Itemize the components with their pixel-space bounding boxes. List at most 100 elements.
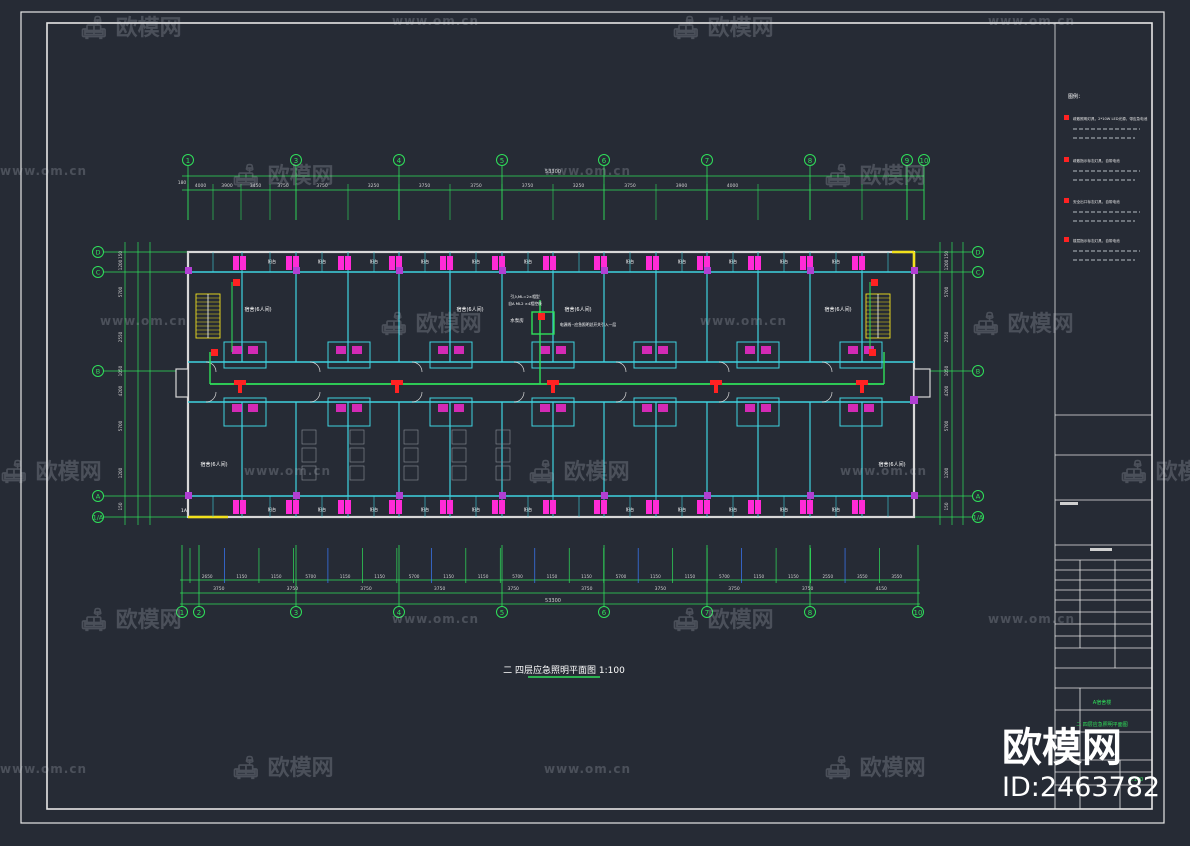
exit-sign [869,349,876,356]
fixture [352,346,362,354]
brand-watermark: 欧模网 ID:2463782 [1002,728,1160,801]
fixture [556,346,566,354]
dim-text: 1150 [478,574,489,579]
axis-label: B [976,368,980,376]
dim-text: 5700 [305,574,316,579]
dim-text: 3550 [891,574,902,579]
watermark-logo: 🛋 欧模网 [824,164,926,189]
balcony-label: 阳台 [729,506,737,513]
junction-box [807,492,814,499]
background [0,0,1190,846]
balcony-fixture [646,256,652,270]
dim-text: 180 [178,180,187,186]
balcony-label: 阳台 [268,258,276,265]
brand-id-text: ID:2463782 [1002,772,1161,803]
dim-text: 150 [944,251,949,259]
fixture [761,404,771,412]
axis-label: 4 [397,157,402,165]
plan-mark: 1A [181,508,188,514]
fixture [454,404,464,412]
fixture [761,346,771,354]
watermark-logo: 🛋 欧模网 [380,312,482,337]
dim-text: 4000 [727,183,739,189]
legend-symbol [1064,198,1069,203]
dim-text: 1150 [340,574,351,579]
junction-box [185,267,192,274]
watermark-url: www.om.cn [0,164,88,178]
room-label: 宿舍(6人间) [824,306,851,313]
balcony-fixture [440,500,446,514]
fixture [658,404,668,412]
balcony-fixture [345,256,351,270]
axis-label: A [96,493,101,501]
room-label: 宿舍(6人间) [244,306,271,313]
axis-label: 6 [602,609,607,617]
dim-text: 5700 [512,574,523,579]
emergency-light [710,380,722,385]
dim-text: 1050 [944,365,949,376]
watermark-logo: 🛋 欧模网 [824,756,926,781]
watermark-url: www.om.cn [100,314,188,328]
fixture [848,404,858,412]
fixture [438,404,448,412]
fixture [232,404,242,412]
dim-text: 150 [118,502,123,510]
watermark-url: www.om.cn [544,164,632,178]
balcony-fixture [492,256,498,270]
balcony-fixture [338,500,344,514]
circuit-note: 电源线~应急照明总开关引入一层 [560,322,617,327]
dim-text: 5700 [719,574,730,579]
emergency-light [395,385,399,393]
dim-text: 1150 [547,574,558,579]
fixture [248,404,258,412]
balcony-fixture [594,500,600,514]
dim-text: 2650 [202,574,213,579]
balcony-fixture [447,500,453,514]
balcony-fixture [859,500,865,514]
balcony-fixture [852,256,858,270]
dim-text: 5700 [616,574,627,579]
balcony-fixture [240,256,246,270]
balcony-fixture [653,256,659,270]
balcony-fixture [447,256,453,270]
balcony-fixture [389,500,395,514]
junction-box [911,267,918,274]
balcony-label: 阳台 [524,506,532,513]
circuit-note: 自A ML2 ×4相控线 [508,301,542,306]
dim-text: 1150 [374,574,385,579]
fixture [642,404,652,412]
balcony-label: 阳台 [318,258,326,265]
fixture [336,346,346,354]
end-door-left [175,368,189,398]
dim-text: 1150 [685,574,696,579]
axis-label: 1/A [973,514,984,522]
dim-text: 1200 [944,467,949,478]
dim-text: 3750 [213,586,225,592]
fixture [658,346,668,354]
room-label: 宿舍(6人间) [200,461,227,468]
balcony-fixture [594,256,600,270]
end-door-right [913,368,931,398]
emergency-light [860,385,864,393]
junction-box [185,492,192,499]
balcony-label: 阳台 [780,258,788,265]
balcony-fixture [704,500,710,514]
legend-symbol [1064,115,1069,120]
dim-text: 5700 [944,420,949,431]
axis-label: C [976,269,981,277]
dim-text: 4200 [118,385,123,396]
dim-text: 1150 [650,574,661,579]
fixture [438,346,448,354]
watermark-url: www.om.cn [988,14,1076,28]
dim-text: 3550 [857,574,868,579]
dim-text: 1150 [788,574,799,579]
watermark-logo: 🛋 欧模网 [80,16,182,41]
fixture [540,346,550,354]
legend-item: 疏散指示标志灯具，自带电池 [1073,158,1120,163]
watermark-logo: 🛋 欧模网 [1120,460,1190,485]
dim-text: 3750 [522,183,534,189]
junction-box [499,492,506,499]
emergency-light [238,385,242,393]
dim-text: 3750 [419,183,431,189]
balcony-fixture [233,256,239,270]
